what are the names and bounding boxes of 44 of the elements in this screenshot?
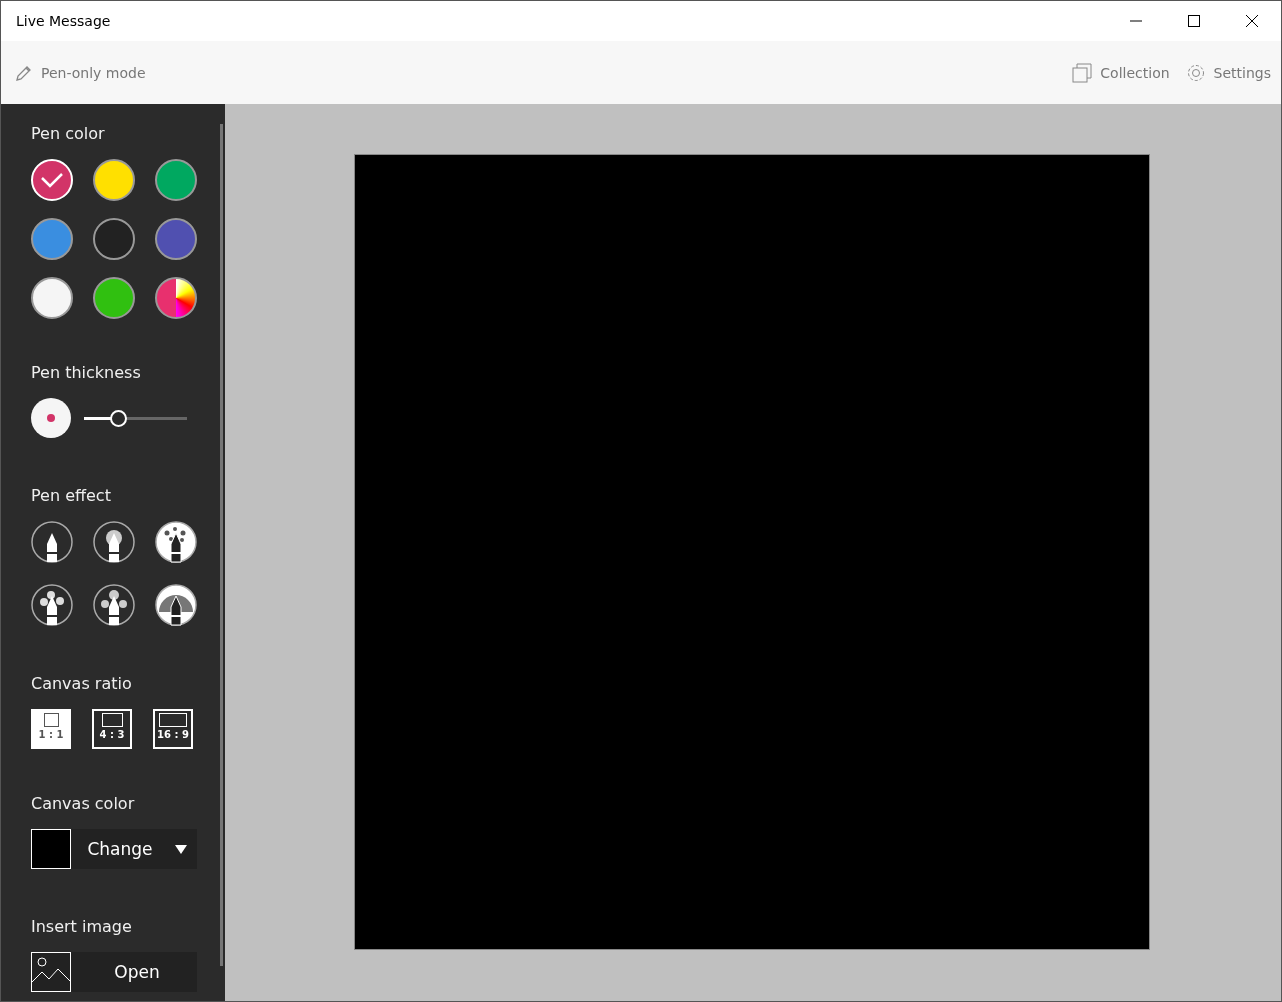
image-icon (31, 952, 71, 992)
pen-effect-icon (31, 584, 73, 626)
section-heading: Pen color (31, 124, 106, 145)
stacked-squares-icon (1072, 62, 1093, 83)
color-swatch[interactable] (93, 159, 135, 201)
section-heading: Canvas ratio (31, 674, 133, 695)
maximize-icon (1188, 15, 1200, 27)
pen-effect-button[interactable] (155, 521, 197, 563)
pen-effect-icon (31, 521, 73, 563)
window-title: Live Message (16, 13, 111, 29)
dropdown-arrow-icon (174, 844, 187, 854)
section-heading: Insert image (31, 917, 133, 938)
ratio-button[interactable]: 1 : 1 (31, 709, 71, 749)
pen-effect-button[interactable] (155, 584, 197, 626)
pen-effect-icon (93, 521, 135, 563)
section-heading: Pen thickness (31, 363, 142, 384)
slider-thumb[interactable] (110, 409, 127, 427)
ratio-button[interactable]: 4 : 3 (92, 709, 132, 749)
pen-effect-icon (93, 584, 135, 626)
close-icon (1246, 15, 1258, 27)
color-swatch[interactable] (155, 218, 197, 260)
pen-effect-icon (155, 521, 197, 563)
pen-effect-icon (155, 584, 197, 626)
color-picker-swatch[interactable] (155, 277, 197, 319)
settings-icon (1185, 62, 1206, 83)
thickness-preview (31, 398, 71, 438)
color-swatch[interactable] (93, 218, 135, 260)
color-swatch[interactable] (155, 159, 197, 201)
settings-button[interactable]: Settings (1183, 58, 1273, 87)
collection-button[interactable]: Collection (1070, 58, 1172, 87)
scrollbar[interactable] (220, 124, 223, 966)
minimize-icon (1130, 20, 1142, 22)
color-swatch[interactable] (93, 277, 135, 319)
ratio-button[interactable]: 16 : 9 (153, 709, 193, 749)
checkmark-icon (40, 172, 64, 188)
section-heading: Pen effect (31, 486, 112, 507)
pen-only-mode-button[interactable]: Pen-only mode (13, 59, 148, 86)
color-swatch[interactable] (31, 277, 73, 319)
section-heading: Canvas color (31, 794, 136, 815)
color-swatch[interactable] (31, 218, 73, 260)
pen-effect-button[interactable] (31, 521, 73, 563)
pen-effect-button[interactable] (93, 584, 135, 626)
pen-effect-button[interactable] (93, 521, 135, 563)
pen-effect-button[interactable] (31, 584, 73, 626)
